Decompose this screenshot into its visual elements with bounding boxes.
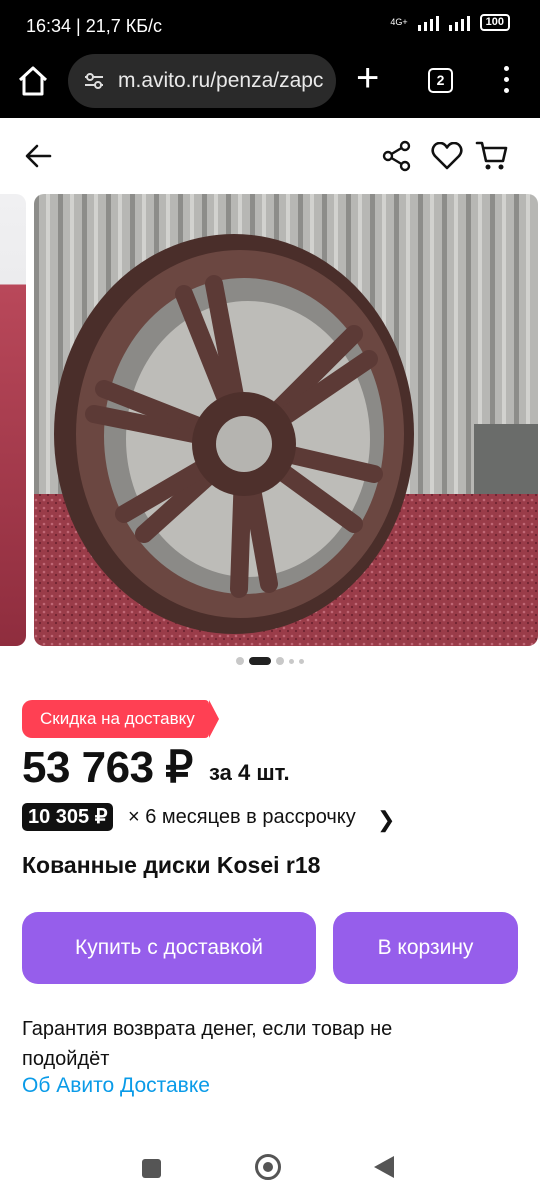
main-photo[interactable]: [34, 194, 538, 646]
status-time: 16:34 | 21,7 КБ/с: [26, 16, 163, 36]
new-tab-icon[interactable]: +: [356, 58, 379, 98]
signal-icon: [417, 15, 439, 31]
buy-with-delivery-button[interactable]: Купить с доставкой: [22, 912, 316, 984]
pagination-dot-active: [249, 657, 271, 665]
installment-text[interactable]: × 6 месяцев в рассрочку: [128, 806, 356, 829]
avito-delivery-link[interactable]: Об Авито Доставке: [22, 1074, 210, 1098]
browser-toolbar: m.avito.ru/penza/zapc + 2: [0, 44, 540, 118]
price: 53 763 ₽: [22, 743, 193, 792]
status-indicators: 4G+ 100: [390, 14, 510, 31]
price-quantity: за 4 шт.: [209, 760, 290, 785]
installment-amount[interactable]: 10 305 ₽: [22, 803, 114, 831]
share-icon[interactable]: [382, 140, 412, 172]
chevron-right-icon[interactable]: ❯: [377, 807, 395, 833]
signal-icon-2: [448, 15, 470, 31]
cart-icon[interactable]: [475, 140, 509, 172]
app-bar: [0, 118, 540, 194]
network-type: 4G+: [390, 17, 408, 27]
favorite-heart-icon[interactable]: [431, 142, 463, 170]
delivery-discount-badge: Скидка на доставку: [22, 700, 219, 738]
previous-photo-thumbnail[interactable]: [0, 194, 26, 646]
recent-apps-icon[interactable]: [142, 1159, 161, 1178]
listing-title: Кованные диски Kosei r18: [22, 852, 321, 878]
address-bar[interactable]: m.avito.ru/penza/zapc: [68, 54, 336, 108]
url-text: m.avito.ru/penza/zapc: [118, 69, 324, 92]
pagination-dot: [289, 658, 294, 664]
home-circle-icon[interactable]: [255, 1154, 281, 1180]
pagination-dot: [236, 657, 244, 665]
site-settings-icon[interactable]: [84, 71, 104, 91]
browser-menu-icon[interactable]: [500, 66, 512, 98]
status-bar: 16:34 | 21,7 КБ/с 4G+ 100: [0, 0, 540, 44]
pagination-dot: [299, 658, 304, 664]
home-icon[interactable]: [16, 64, 50, 98]
add-to-cart-button[interactable]: В корзину: [333, 912, 518, 984]
pagination-dot: [276, 657, 284, 665]
system-navigation-bar: [0, 1140, 540, 1200]
back-triangle-icon[interactable]: [374, 1156, 394, 1178]
photo-gallery[interactable]: [0, 194, 540, 646]
tab-switcher-button[interactable]: 2: [428, 68, 453, 93]
battery-icon: 100: [479, 14, 510, 31]
back-arrow-icon[interactable]: [24, 142, 52, 170]
guarantee-text: Гарантия возврата денег, если товар не п…: [22, 1018, 393, 1070]
gallery-pagination: [0, 657, 540, 665]
